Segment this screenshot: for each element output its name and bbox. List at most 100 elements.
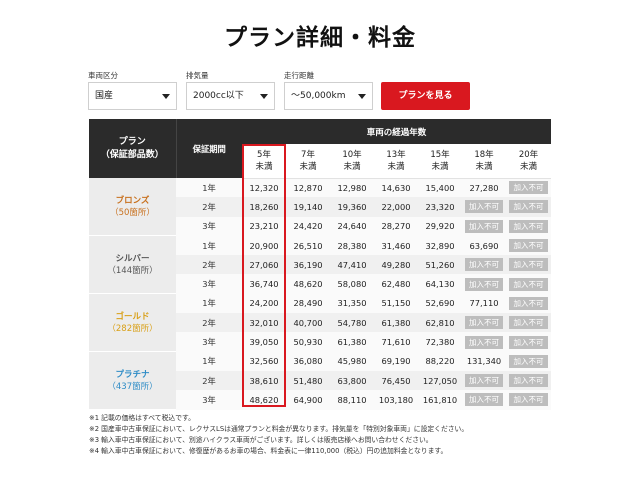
price-cell: 47,410	[330, 255, 374, 275]
year-header-line: 未満	[299, 161, 317, 172]
price-cell: 23,320	[418, 197, 462, 217]
price-cell: 28,270	[374, 216, 418, 236]
price-cell: 31,460	[374, 235, 418, 256]
table-row: プラチナ （437箇所） 1年 32,560 36,080 45,980 69,190 88,…	[89, 351, 552, 411]
year-header-3: 13年 未満	[374, 144, 418, 179]
price-cell: 22,000	[374, 197, 418, 217]
price-cell: 12,870	[286, 178, 330, 198]
price-cell: 88,220	[418, 351, 462, 371]
plan-cell: ゴールド （282箇所）	[89, 293, 176, 353]
vehicle-category-label: 車両区分	[88, 71, 118, 80]
mileage-select[interactable]: 〜50,000km	[284, 82, 373, 110]
price-cell: 45,980	[330, 351, 374, 371]
price-cell: 31,350	[330, 293, 374, 314]
plan-parts-count: （144箇所）	[107, 265, 158, 276]
not-available-cell: 加入不可	[506, 255, 552, 275]
price-cell: 28,490	[286, 293, 330, 314]
not-available-cell: 加入不可	[506, 178, 552, 198]
plan-name: ゴールド	[115, 311, 150, 322]
plan-parts-count: （282箇所）	[107, 323, 158, 334]
warranty-term: 1年	[176, 178, 242, 198]
warranty-term: 2年	[176, 313, 242, 333]
price-cell: 58,080	[330, 274, 374, 294]
not-available-badge: 加入不可	[509, 258, 549, 272]
price-cell: 88,110	[330, 390, 374, 410]
year-header-5: 18年 未満	[462, 144, 506, 179]
footnote-2: ※2 国産車中古車保証において、レクサスLSは通常プランと料金が異なります。排気…	[89, 425, 469, 433]
price-cell: 52,690	[418, 293, 462, 314]
price-cell: 40,700	[286, 313, 330, 333]
warranty-term: 1年	[176, 293, 242, 314]
price-cell: 15,400	[418, 178, 462, 198]
footnote-1: ※1 記載の価格はすべて税込です。	[89, 414, 195, 422]
year-header-1: 7年 未満	[286, 144, 330, 179]
vehicle-category-value: 国産	[95, 91, 114, 101]
year-header-line: 15年	[430, 149, 450, 160]
plan-header-title: プラン	[118, 136, 146, 147]
not-available-cell: 加入不可	[506, 216, 552, 236]
price-cell: 32,890	[418, 235, 462, 256]
price-cell: 26,510	[286, 235, 330, 256]
year-header-line: 未満	[475, 161, 493, 172]
chevron-down-icon	[260, 94, 268, 99]
plan-name: プラチナ	[115, 369, 150, 380]
price-cell: 64,130	[418, 274, 462, 294]
not-available-cell: 加入不可	[462, 216, 506, 236]
show-plan-button[interactable]: プランを見る	[381, 82, 470, 110]
not-available-cell: 加入不可	[506, 197, 552, 217]
year-header-line: 13年	[386, 149, 406, 160]
year-header-0: 5年 未満	[242, 144, 286, 179]
warranty-column-header: 保証期間	[175, 119, 242, 178]
year-header-2: 10年 未満	[330, 144, 374, 179]
price-cell: 18,260	[242, 197, 286, 217]
not-available-cell: 加入不可	[462, 370, 506, 391]
displacement-value: 2000cc以下	[193, 91, 244, 101]
chevron-down-icon	[162, 94, 170, 99]
plan-cell: ブロンズ （50箇所）	[89, 178, 176, 237]
page-title: プラン詳細・料金	[224, 25, 416, 51]
price-cell: 36,190	[286, 255, 330, 275]
vehicle-category-select[interactable]: 国産	[88, 82, 177, 110]
not-available-badge: 加入不可	[509, 335, 549, 349]
price-cell: 36,080	[286, 351, 330, 371]
price-cell: 51,480	[286, 370, 330, 391]
plan-name: ブロンズ	[115, 195, 150, 206]
not-available-badge: 加入不可	[509, 393, 549, 407]
warranty-term: 3年	[176, 390, 242, 410]
price-cell: 38,610	[242, 370, 286, 391]
year-header-line: 未満	[520, 161, 538, 172]
not-available-badge: 加入不可	[509, 316, 549, 330]
table-row: ブロンズ （50箇所） 1年 12,320 12,870 12,980 14,630 15,4…	[89, 178, 552, 237]
year-header-line: 5年	[257, 149, 271, 160]
year-header-6: 20年 未満	[506, 144, 552, 179]
price-cell: 63,800	[330, 370, 374, 391]
year-header-line: 7年	[301, 149, 315, 160]
price-cell: 62,810	[418, 313, 462, 333]
not-available-cell: 加入不可	[506, 313, 552, 333]
price-cell: 48,620	[286, 274, 330, 294]
price-cell: 27,060	[242, 255, 286, 275]
price-cell: 19,360	[330, 197, 374, 217]
price-cell: 50,930	[286, 332, 330, 352]
price-cell: 20,900	[242, 235, 286, 256]
price-cell: 49,280	[374, 255, 418, 275]
year-header-line: 未満	[343, 161, 361, 172]
pricing-table: プラン （保証部品数） 保証期間 車両の経過年数 5年 未満 7年 未満 10年 未満 13…	[89, 119, 552, 411]
plan-header-sub: （保証部品数）	[100, 149, 164, 160]
year-header-line: 18年	[474, 149, 494, 160]
price-cell: 51,150	[374, 293, 418, 314]
not-available-badge: 加入不可	[509, 354, 549, 368]
displacement-select[interactable]: 2000cc以下	[186, 82, 275, 110]
not-available-cell: 加入不可	[506, 390, 552, 410]
not-available-badge: 加入不可	[509, 200, 549, 214]
not-available-badge: 加入不可	[509, 219, 549, 233]
not-available-badge: 加入不可	[509, 239, 549, 253]
year-header-line: 未満	[387, 161, 405, 172]
not-available-cell: 加入不可	[462, 390, 506, 410]
warranty-term: 3年	[176, 332, 242, 352]
warranty-term: 1年	[176, 351, 242, 371]
price-cell: 23,210	[242, 216, 286, 236]
price-cell: 39,050	[242, 332, 286, 352]
warranty-term: 2年	[176, 370, 242, 391]
price-cell: 61,380	[330, 332, 374, 352]
